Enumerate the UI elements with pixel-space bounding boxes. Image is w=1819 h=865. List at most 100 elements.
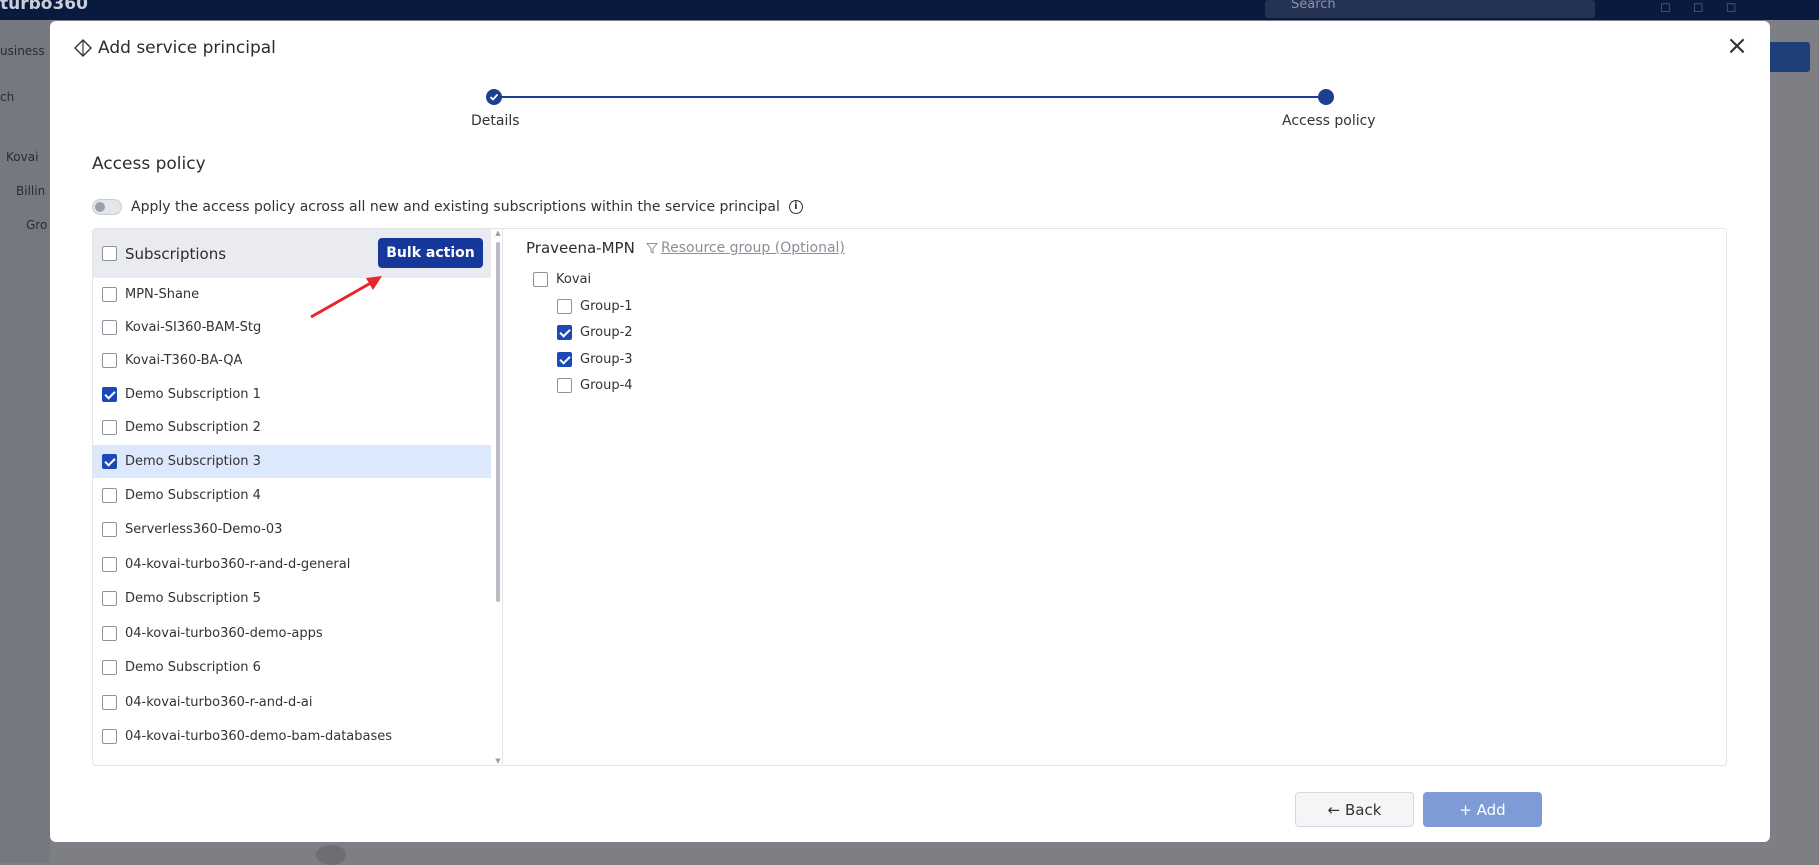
subscription-item[interactable]: Kovai-SI360-BAM-Stg (93, 311, 491, 344)
subscription-checkbox[interactable] (102, 387, 117, 402)
subscription-checkbox[interactable] (102, 353, 117, 368)
subscriptions-scrollbar[interactable]: ▲ ▼ (493, 229, 503, 765)
group-checkbox[interactable] (557, 299, 572, 314)
dialog-title: Add service principal (74, 38, 276, 58)
access-policy-panel: Subscriptions Bulk action MPN-Shane Kova… (92, 228, 1727, 766)
subscription-checkbox[interactable] (102, 522, 117, 537)
app-side-item: Kovai (6, 150, 39, 164)
apply-policy-row: Apply the access policy across all new a… (92, 199, 803, 215)
subscription-item[interactable]: MPN-Shane (93, 278, 491, 311)
filter-icon (646, 243, 658, 254)
subscription-name: Demo Subscription 6 (125, 660, 261, 675)
subscription-checkbox[interactable] (102, 488, 117, 503)
subscriptions-header-label: Subscriptions (125, 244, 227, 263)
tree-item-label: Group-2 (580, 325, 633, 340)
subscription-name: Demo Subscription 5 (125, 591, 261, 606)
close-icon[interactable]: × (1724, 33, 1750, 60)
subscription-item[interactable]: Demo Subscription 1 (93, 378, 491, 411)
bulk-action-button[interactable]: Bulk action (378, 238, 483, 268)
selected-subscription-title: Praveena-MPN (526, 239, 635, 257)
back-button-label: Back (1344, 800, 1382, 819)
subscription-item[interactable]: Kovai-T360-BA-QA (93, 344, 491, 377)
plus-icon: + (1459, 800, 1472, 819)
root-checkbox[interactable] (533, 272, 548, 287)
step-label-details: Details (471, 113, 520, 129)
tree-item-group[interactable]: Group-1 (557, 299, 633, 314)
subscription-checkbox[interactable] (102, 287, 117, 302)
resource-group-filter-link[interactable]: Resource group (Optional) (646, 240, 845, 256)
app-side-item: Gro (26, 218, 48, 232)
subscription-item[interactable]: 04-kovai-turbo360-demo-bam-databases (93, 720, 491, 753)
tree-item-label: Group-4 (580, 378, 633, 393)
back-button[interactable]: ← Back (1295, 792, 1414, 827)
step-label-access-policy: Access policy (1282, 113, 1376, 129)
subscription-name: Serverless360-Demo-03 (125, 522, 283, 537)
app-sidebar (0, 20, 50, 863)
app-topbar-icons: ◻◻◻ (1660, 0, 1759, 15)
tree-item-label: Group-1 (580, 299, 633, 314)
group-checkbox[interactable] (557, 378, 572, 393)
subscription-checkbox[interactable] (102, 320, 117, 335)
subscription-item[interactable]: Demo Subscription 6 (93, 651, 491, 684)
subscription-item[interactable]: Demo Subscription 4 (93, 479, 491, 512)
subscription-name: 04-kovai-turbo360-r-and-d-ai (125, 695, 313, 710)
tree-item-group[interactable]: Group-3 (557, 352, 633, 367)
add-service-principal-dialog: Add service principal × Details Access p… (50, 21, 1770, 842)
service-principal-icon (74, 39, 92, 57)
subscription-item[interactable]: Demo Subscription 3 (93, 445, 491, 478)
subscription-checkbox[interactable] (102, 626, 117, 641)
app-side-item: usiness (0, 44, 45, 58)
subscription-checkbox[interactable] (102, 660, 117, 675)
subscriptions-header: Subscriptions Bulk action (93, 229, 491, 278)
apply-policy-label: Apply the access policy across all new a… (131, 199, 780, 215)
subscription-checkbox[interactable] (102, 695, 117, 710)
scroll-thumb[interactable] (496, 242, 500, 602)
scroll-down-arrow-icon[interactable]: ▼ (494, 757, 502, 765)
tree-item-group[interactable]: Group-2 (557, 325, 633, 340)
app-brand-logo: turbo360 (0, 0, 88, 14)
add-button[interactable]: + Add (1423, 792, 1542, 827)
subscription-name: Demo Subscription 1 (125, 387, 261, 402)
scroll-up-arrow-icon[interactable]: ▲ (494, 229, 502, 237)
subscription-name: Demo Subscription 2 (125, 420, 261, 435)
app-side-item: ch (0, 90, 15, 104)
tree-item-label: Kovai (556, 272, 592, 287)
subscription-checkbox[interactable] (102, 557, 117, 572)
tree-item-root[interactable]: Kovai (533, 272, 591, 287)
subscription-name: Demo Subscription 4 (125, 488, 261, 503)
subscription-name: 04-kovai-turbo360-demo-apps (125, 626, 323, 641)
resource-groups-column: Praveena-MPN Resource group (Optional) K… (503, 229, 1726, 765)
subscription-item[interactable]: Serverless360-Demo-03 (93, 513, 491, 546)
subscription-item[interactable]: 04-kovai-turbo360-demo-apps (93, 617, 491, 650)
subscription-name: Demo Subscription 3 (125, 454, 261, 469)
subscription-checkbox[interactable] (102, 420, 117, 435)
group-checkbox[interactable] (557, 325, 572, 340)
subscription-item[interactable]: 04-kovai-turbo360-r-and-d-ai (93, 686, 491, 719)
subscription-checkbox[interactable] (102, 454, 117, 469)
info-icon[interactable]: i (788, 200, 803, 214)
subscription-item[interactable]: Demo Subscription 5 (93, 582, 491, 615)
subscription-item[interactable]: Demo Subscription 2 (93, 411, 491, 444)
app-collapse-chevron-icon (316, 845, 346, 865)
subscriptions-list-column: Subscriptions Bulk action MPN-Shane Kova… (93, 229, 491, 765)
step-details-check-icon (486, 89, 502, 105)
arrow-left-icon: ← (1327, 800, 1341, 819)
subscription-name: Kovai-T360-BA-QA (125, 353, 243, 368)
section-title: Access policy (92, 154, 206, 174)
step-access-policy-dot (1318, 89, 1334, 105)
app-search-input[interactable]: Search (1265, 0, 1595, 18)
group-checkbox[interactable] (557, 352, 572, 367)
add-button-label: Add (1476, 800, 1506, 819)
apply-policy-toggle[interactable] (92, 199, 122, 215)
subscription-checkbox[interactable] (102, 729, 117, 744)
subscription-name: Kovai-SI360-BAM-Stg (125, 320, 262, 335)
stepper-line (493, 96, 1326, 98)
tree-item-group[interactable]: Group-4 (557, 378, 633, 393)
subscription-item[interactable]: 04-kovai-turbo360-r-and-d-general (93, 548, 491, 581)
select-all-subscriptions-checkbox[interactable] (102, 246, 117, 261)
tree-item-label: Group-3 (580, 352, 633, 367)
app-side-item: Billin (16, 184, 46, 198)
subscription-checkbox[interactable] (102, 591, 117, 606)
subscription-name: MPN-Shane (125, 287, 200, 302)
subscription-name: 04-kovai-turbo360-r-and-d-general (125, 557, 351, 572)
